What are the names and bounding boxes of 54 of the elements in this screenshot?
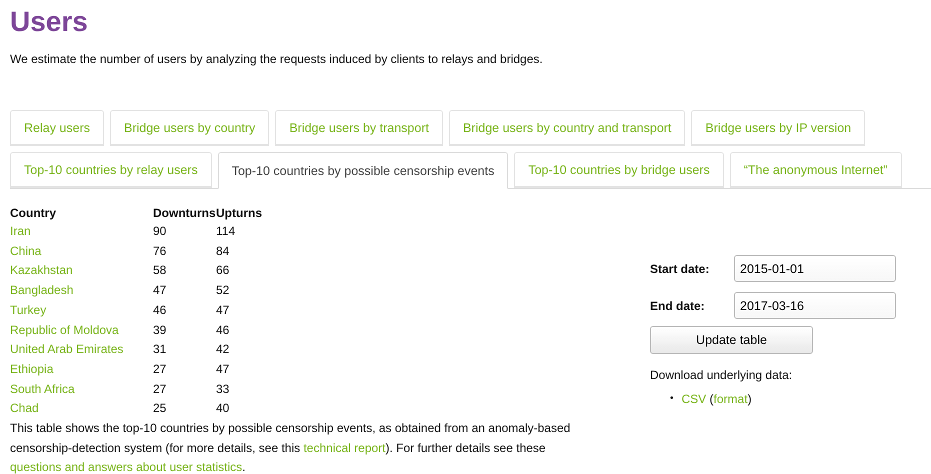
- country-link[interactable]: Republic of Moldova: [10, 320, 153, 340]
- country-link[interactable]: South Africa: [10, 380, 153, 400]
- bullet: •: [670, 392, 674, 406]
- table-cell-text: 27: [153, 380, 168, 398]
- tab[interactable]: Bridge users by country and transport: [448, 110, 686, 146]
- country-link[interactable]: Kazakhstan: [10, 261, 153, 282]
- table-cell-text: 42: [216, 341, 230, 358]
- table-cell-text: 90: [153, 223, 168, 240]
- table-cell: 25: [153, 399, 216, 420]
- country-link[interactable]: Chad: [10, 399, 153, 420]
- table-cell-text: 40: [216, 400, 230, 418]
- tab[interactable]: “The anonymous Internet”: [730, 152, 902, 188]
- table-cell-text: 84: [216, 242, 230, 260]
- tab[interactable]: Bridge users by country: [110, 110, 270, 146]
- table-cell-text: 47: [216, 360, 230, 378]
- table-cell: 27: [153, 360, 216, 380]
- country-link[interactable]: Turkey: [10, 300, 153, 321]
- table-cell-text: 47: [153, 282, 168, 300]
- country-link[interactable]: United Arab Emirates: [10, 340, 153, 360]
- country-link[interactable]: Iran: [10, 222, 153, 242]
- country-link[interactable]: China: [10, 242, 153, 262]
- table-cell-text: 46: [216, 322, 230, 339]
- table-cell: 31: [153, 340, 216, 360]
- table-cell-text: 58: [153, 262, 168, 280]
- page-title: Users: [10, 5, 89, 39]
- table-cell-text: 76: [153, 242, 168, 260]
- column-header: Country: [10, 205, 57, 222]
- download-link[interactable]: CSV: [682, 392, 706, 406]
- download-item: CSV (format): [682, 391, 752, 408]
- table-cell-text: 66: [216, 262, 230, 280]
- field-label: Start date:: [650, 262, 710, 276]
- intro-text: We estimate the number of users by analyzing the requests induced by clients to relays and bridges.: [10, 51, 544, 68]
- field-label: End date:: [650, 298, 706, 312]
- table-cell-text: 47: [216, 302, 230, 319]
- table-cell: 46: [153, 300, 216, 321]
- tab[interactable]: Bridge users by transport: [275, 110, 443, 146]
- tab[interactable]: Bridge users by IP version: [691, 110, 866, 146]
- country-link[interactable]: Ethiopia: [10, 360, 153, 380]
- country-link[interactable]: Bangladesh: [10, 281, 153, 301]
- text-link[interactable]: questions and answers about user statistics: [10, 460, 242, 474]
- column-header: Upturns: [216, 205, 262, 222]
- download-link[interactable]: format: [714, 392, 748, 406]
- text-link[interactable]: technical report: [303, 440, 386, 455]
- tab[interactable]: Top-10 countries by possible censorship events: [218, 152, 508, 189]
- table-cell-text: 33: [216, 380, 230, 398]
- tab[interactable]: Top-10 countries by relay users: [10, 152, 212, 188]
- table-description: This table shows the top-10 countries by possible censorship events, as obtained from an anomaly-based censorship-detection system (for more details, see this technical report). For further details see these questions and answers about user statistics.: [10, 420, 572, 474]
- table-cell-text: 52: [216, 282, 230, 300]
- column-header: Downturns: [153, 205, 216, 222]
- table-cell-text: 114: [216, 223, 236, 240]
- download-heading: Download underlying data:: [650, 368, 794, 382]
- tab[interactable]: Relay users: [10, 110, 104, 146]
- table-cell: 39: [153, 320, 216, 340]
- tab[interactable]: Top-10 countries by bridge users: [514, 152, 724, 188]
